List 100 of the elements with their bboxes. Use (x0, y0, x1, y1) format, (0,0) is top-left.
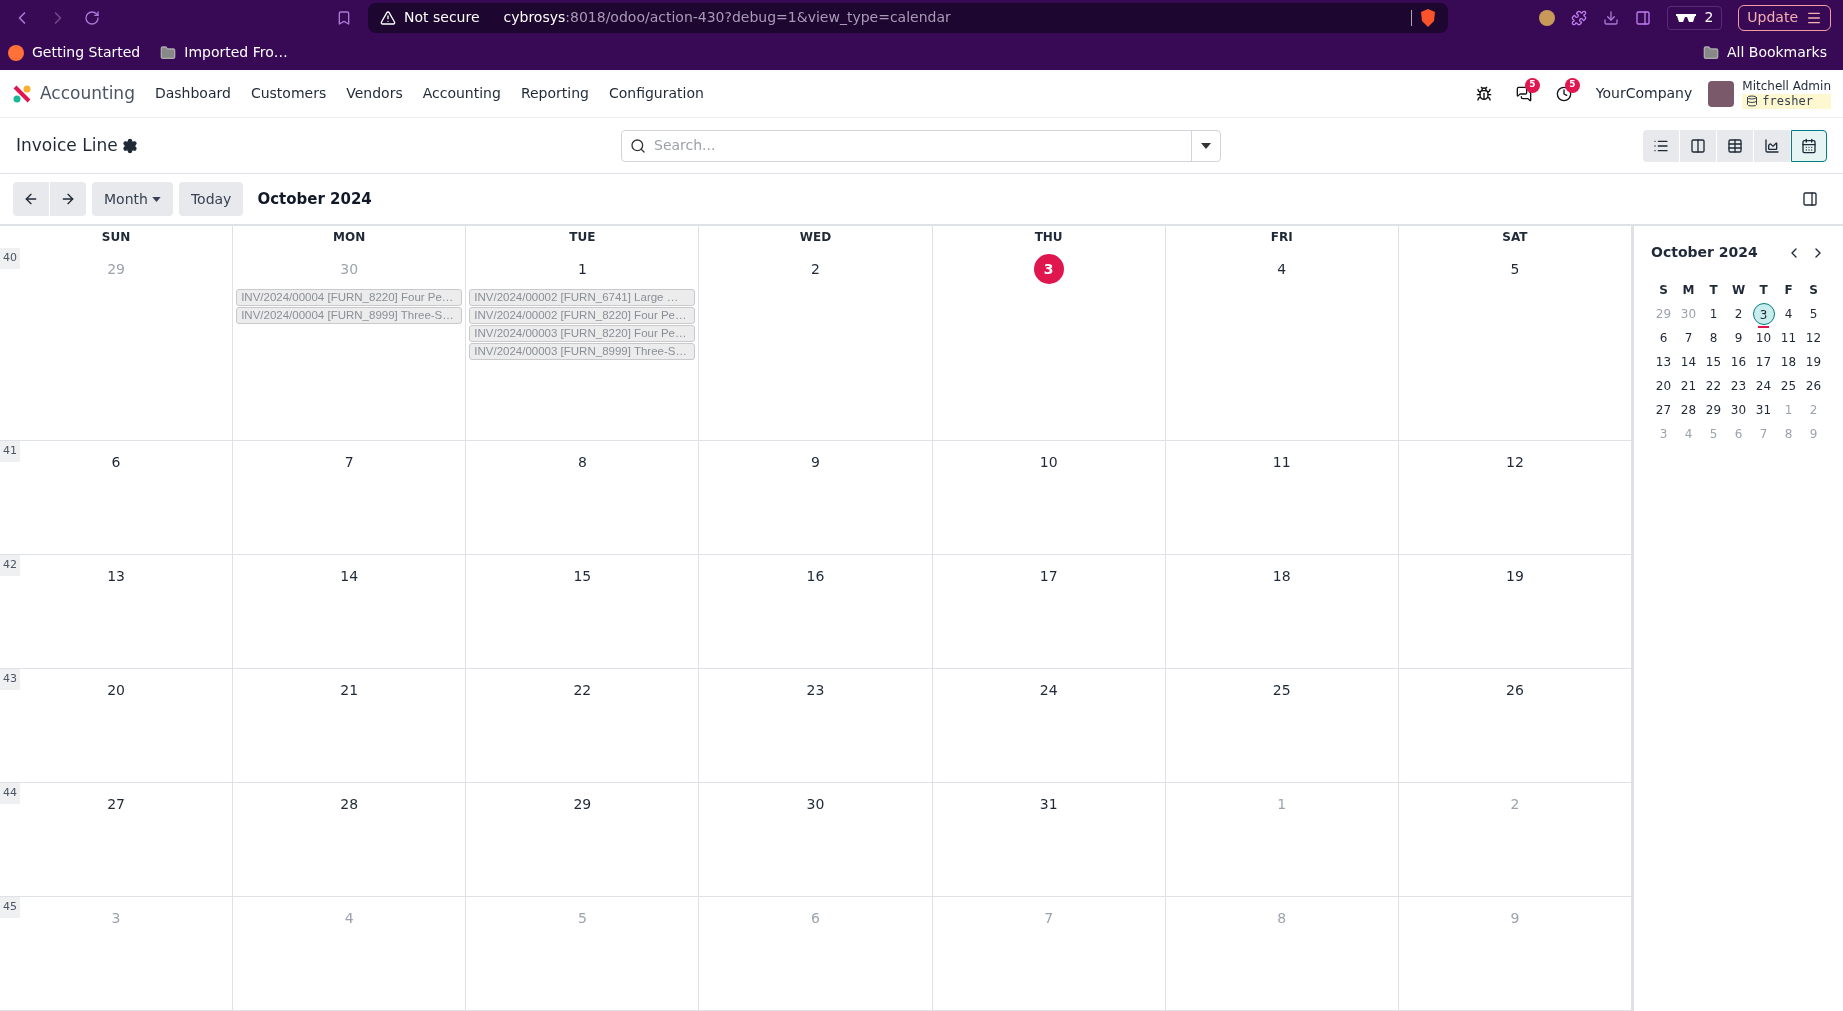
mini-day[interactable]: 15 (1702, 351, 1725, 373)
view-switch-button[interactable] (1754, 129, 1790, 162)
mini-day[interactable]: 19 (1802, 351, 1825, 373)
search-field[interactable]: Search... (621, 129, 1221, 162)
mini-day[interactable]: 4 (1777, 303, 1800, 325)
mini-day[interactable]: 2 (1727, 303, 1750, 325)
mini-day[interactable]: 20 (1652, 375, 1675, 397)
mini-day[interactable]: 28 (1677, 399, 1700, 421)
day-number[interactable]: 20 (107, 675, 125, 705)
update-button[interactable]: Update (1738, 4, 1831, 31)
day-number[interactable]: 25 (1272, 675, 1291, 705)
mini-day[interactable]: 30 (1727, 399, 1750, 421)
day-number[interactable]: 7 (344, 447, 354, 477)
bookmark-icon[interactable] (336, 9, 352, 26)
mini-day[interactable]: 10 (1752, 327, 1775, 349)
mini-day[interactable]: 5 (1802, 303, 1825, 325)
day-number[interactable]: 11 (1272, 447, 1291, 477)
mini-day[interactable]: 24 (1752, 375, 1775, 397)
day-number[interactable]: 26 (1506, 675, 1524, 705)
mini-day[interactable]: 11 (1777, 327, 1800, 349)
view-switch-button[interactable] (1717, 129, 1753, 162)
bookmark-item[interactable]: Imported Fro… (160, 42, 288, 63)
day-number[interactable]: 27 (107, 789, 125, 819)
mini-day[interactable]: 13 (1652, 351, 1675, 373)
mini-day[interactable]: 12 (1802, 327, 1825, 349)
view-switch-button[interactable] (1643, 129, 1679, 162)
today-button[interactable]: Today (178, 182, 244, 216)
day-number[interactable]: 23 (806, 675, 825, 705)
activity-icon[interactable] (1555, 85, 1572, 102)
download-icon[interactable] (1603, 9, 1620, 26)
next-button[interactable] (50, 182, 86, 216)
mini-day[interactable]: 29 (1702, 399, 1725, 421)
all-bookmarks-item[interactable]: All Bookmarks (1702, 42, 1827, 63)
day-number[interactable]: 24 (1039, 675, 1058, 705)
day-number[interactable]: 31 (1039, 789, 1058, 819)
bookmark-item[interactable]: Getting Started (8, 42, 141, 63)
day-number[interactable]: 5 (1510, 254, 1520, 284)
day-number[interactable]: 4 (1277, 254, 1287, 284)
mini-day[interactable]: 8 (1702, 327, 1725, 349)
settings-icon[interactable] (121, 137, 138, 154)
mini-day[interactable]: 3 (1752, 303, 1775, 325)
address-bar[interactable]: Not secure cybrosys:8018/odoo/action-430?debug=1&view_type=calendar (368, 2, 1448, 33)
mini-day[interactable]: 21 (1677, 375, 1700, 397)
day-number[interactable]: 10 (1039, 447, 1058, 477)
day-number[interactable]: 14 (340, 561, 359, 591)
menu-item[interactable]: Accounting (422, 83, 501, 104)
day-number[interactable]: 18 (1272, 561, 1291, 591)
day-number[interactable]: 22 (573, 675, 592, 705)
mini-day[interactable]: 1 (1702, 303, 1725, 325)
day-number[interactable]: 6 (111, 447, 121, 477)
messages-icon[interactable] (1515, 85, 1532, 102)
day-number[interactable]: 13 (107, 561, 125, 591)
day-number[interactable]: 12 (1506, 447, 1524, 477)
previous-button[interactable] (13, 182, 49, 216)
sidebar-toggle-icon[interactable] (1635, 9, 1652, 26)
day-number[interactable]: 17 (1039, 561, 1058, 591)
menu-item[interactable]: Dashboard (154, 83, 231, 104)
mini-day[interactable]: 18 (1777, 351, 1800, 373)
day-number[interactable]: 9 (811, 447, 820, 477)
mini-day[interactable]: 14 (1677, 351, 1700, 373)
menu-item[interactable]: Vendors (346, 83, 403, 104)
view-switch-button[interactable] (1680, 129, 1716, 162)
menu-item[interactable]: Reporting (520, 83, 589, 104)
side-panel-toggle-icon[interactable] (1802, 191, 1818, 207)
view-switch-button[interactable] (1791, 129, 1827, 162)
reload-icon[interactable] (84, 9, 100, 26)
dropdown-caret-icon[interactable] (1201, 142, 1211, 149)
mini-day[interactable]: 16 (1727, 351, 1750, 373)
avatar[interactable] (1708, 80, 1735, 107)
day-number[interactable]: 15 (573, 561, 592, 591)
bug-icon[interactable] (1475, 85, 1492, 102)
mini-day[interactable]: 23 (1727, 375, 1750, 397)
company-name[interactable]: YourCompany (1595, 83, 1693, 104)
day-number[interactable]: 3 (1033, 254, 1064, 284)
mini-day[interactable]: 17 (1752, 351, 1775, 373)
app-name[interactable]: Accounting (40, 80, 135, 107)
menu-item[interactable]: Customers (250, 83, 327, 104)
mini-day[interactable]: 26 (1802, 375, 1825, 397)
menu-item[interactable]: Configuration (608, 83, 704, 104)
mini-day[interactable]: 31 (1752, 399, 1775, 421)
day-number[interactable]: 1 (577, 254, 587, 284)
glasses-button[interactable]: 2 (1667, 5, 1723, 30)
day-number[interactable]: 30 (806, 789, 825, 819)
day-number[interactable]: 21 (340, 675, 359, 705)
mini-day[interactable]: 27 (1652, 399, 1675, 421)
mini-day[interactable]: 7 (1677, 327, 1700, 349)
mini-day[interactable]: 9 (1727, 327, 1750, 349)
search-input[interactable]: Search... (654, 135, 1191, 156)
shield-icon[interactable] (1420, 8, 1436, 27)
day-number[interactable]: 19 (1506, 561, 1524, 591)
extensions-icon[interactable] (1571, 9, 1588, 26)
day-number[interactable]: 28 (340, 789, 359, 819)
day-number[interactable]: 29 (573, 789, 592, 819)
day-number[interactable]: 16 (806, 561, 825, 591)
scale-dropdown[interactable]: Month (92, 182, 173, 216)
day-number[interactable]: 8 (577, 447, 587, 477)
mini-day[interactable]: 22 (1702, 375, 1725, 397)
mini-day[interactable]: 6 (1652, 327, 1675, 349)
mini-day[interactable]: 25 (1777, 375, 1800, 397)
day-number[interactable]: 2 (811, 254, 820, 284)
